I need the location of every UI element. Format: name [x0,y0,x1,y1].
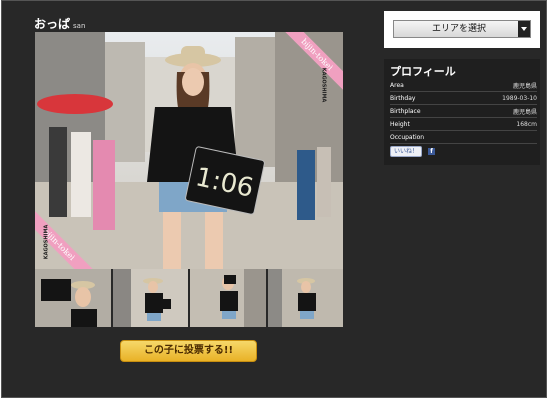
model-title: おっぱ san [34,13,85,32]
profile-row-occupation: Occupation [390,131,537,144]
corner-location-label: KAGOSHIMA [320,67,327,103]
thumbnail-image [35,269,111,327]
main-photo: 1:06 bijin-tokei bijin-tokei KAGOSHIMA K… [35,32,343,269]
thumbnail-3[interactable] [190,269,266,327]
profile-panel: プロフィール Area 鹿児島県 Birthday 1989-03-10 Bir… [384,59,540,165]
profile-row-area: Area 鹿児島県 [390,79,537,92]
profile-title: プロフィール [390,65,456,78]
photo-thumbnails [35,269,343,327]
profile-value: 鹿児島県 [512,82,537,90]
profile-label: Area [390,81,404,89]
vote-button[interactable]: この子に投票する!! [120,340,257,362]
facebook-icon[interactable]: f [428,148,436,155]
thumbnail-2[interactable] [112,269,188,327]
profile-table: Area 鹿児島県 Birthday 1989-03-10 Birthplace… [390,79,537,144]
page-frame: おっぱ san 1:06 bijin-tokei bijin-tokei KAG… [1,0,547,398]
thumbnail-image [190,269,266,327]
profile-label: Height [390,120,410,128]
thumbnail-image [267,269,343,327]
area-select-panel: エリアを選択 [384,11,540,48]
model-name: おっぱ [34,17,71,31]
profile-value: 鹿児島県 [512,108,537,116]
profile-row-height: Height 168cm [390,118,537,131]
street-scene-image: 1:06 [35,32,343,269]
thumbnail-image [112,269,188,327]
thumbnail-1[interactable] [35,269,111,327]
profile-label: Birthday [390,94,416,102]
profile-row-birthday: Birthday 1989-03-10 [390,92,537,105]
profile-label: Occupation [390,133,425,141]
chevron-down-icon [518,21,530,37]
social-row: いいね！ f [390,146,436,157]
profile-value: 168cm [516,120,537,128]
area-select-label: エリアを選択 [432,24,487,34]
profile-row-birthplace: Birthplace 鹿児島県 [390,105,537,118]
thumbnail-4[interactable] [267,269,343,327]
name-suffix: san [73,22,86,30]
corner-location-label-bottom: KAGOSHIMA [43,224,50,260]
like-button[interactable]: いいね！ [390,146,423,157]
profile-label: Birthplace [390,107,421,115]
area-select-dropdown[interactable]: エリアを選択 [393,20,531,38]
profile-value: 1989-03-10 [502,94,537,102]
